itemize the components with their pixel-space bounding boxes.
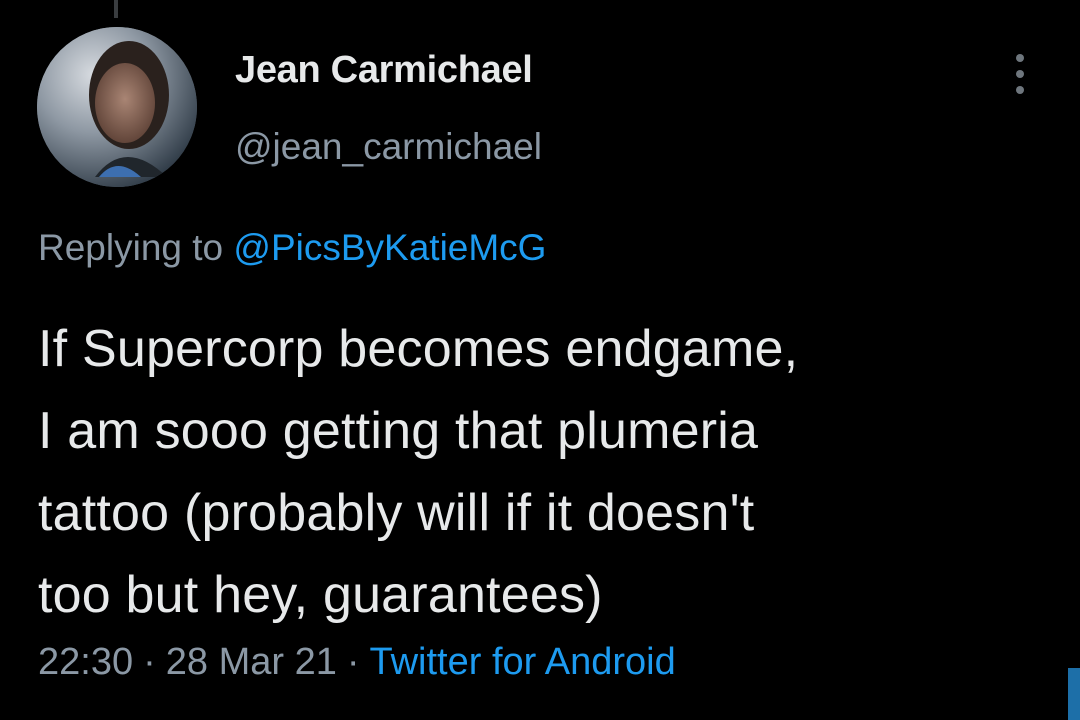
more-vertical-icon (1016, 54, 1024, 62)
reply-mention-link[interactable]: @PicsByKatieMcG (233, 227, 546, 268)
thread-connector-line (114, 0, 118, 18)
meta-separator: · (143, 641, 156, 683)
tweet-text-line: tattoo (probably will if it doesn't (38, 484, 755, 542)
tweet-text: If Supercorp becomes endgame, I am sooo … (38, 308, 1058, 636)
tweet-metadata: 22:30 · 28 Mar 21 · Twitter for Android (38, 641, 676, 684)
scrollbar[interactable] (1068, 668, 1080, 720)
reply-prefix: Replying to (38, 227, 224, 268)
more-vertical-icon-dot (1016, 86, 1024, 94)
tweet-text-line: I am sooo getting that plumeria (38, 402, 759, 460)
avatar-image (37, 27, 197, 187)
tweet-time[interactable]: 22:30 (38, 641, 133, 683)
tweet-text-line: If Supercorp becomes endgame, (38, 320, 799, 378)
author-display-name[interactable]: Jean Carmichael (235, 49, 533, 92)
avatar[interactable] (37, 27, 197, 187)
author-handle[interactable]: @jean_carmichael (235, 126, 542, 168)
tweet-text-line: too but hey, guarantees) (38, 566, 603, 624)
tweet-date[interactable]: 28 Mar 21 (166, 641, 337, 683)
more-vertical-icon-dot (1016, 70, 1024, 78)
tweet-source-link[interactable]: Twitter for Android (370, 641, 676, 683)
more-options-button[interactable] (1006, 54, 1034, 94)
reply-context: Replying to @PicsByKatieMcG (38, 227, 546, 269)
meta-separator: · (346, 641, 360, 683)
